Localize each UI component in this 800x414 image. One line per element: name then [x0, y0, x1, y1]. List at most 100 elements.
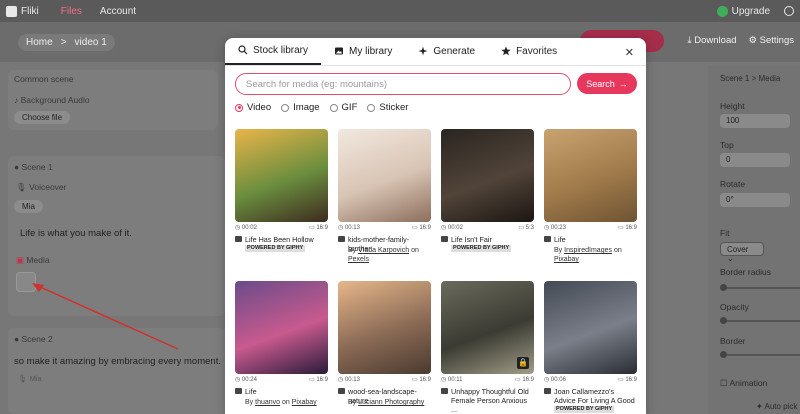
fit-label: Fit: [720, 228, 730, 238]
media-thumbnail[interactable]: [235, 129, 328, 222]
video-icon: [338, 388, 345, 394]
aspect-ratio: ▭ 16:9: [617, 225, 637, 231]
border-radius-slider[interactable]: [720, 284, 800, 291]
tab-generate[interactable]: Generate: [405, 38, 488, 65]
fit-select[interactable]: Cover ⌄: [720, 242, 764, 263]
settings-button[interactable]: ⚙ Settings: [749, 35, 794, 46]
media-thumbnail[interactable]: [338, 129, 431, 222]
radio-gif[interactable]: GIF: [329, 102, 357, 113]
download-button[interactable]: ⤓ Download: [687, 35, 736, 46]
radio-button: [329, 103, 338, 112]
scene-2-text[interactable]: so make it amazing by embracing every mo…: [14, 356, 221, 367]
background-audio-label: ♪ Background Audio: [14, 95, 90, 105]
source-link[interactable]: Pixabay: [292, 399, 317, 406]
upgrade-icon: [716, 5, 728, 17]
media-result-card[interactable]: ◷ 00:13 ▭ 16:9 kids-mother-family-brother B…: [338, 129, 431, 279]
media-meta: ◷ 00:11 ▭ 16:9: [441, 376, 534, 383]
aspect-ratio: ▭ 16:9: [514, 377, 534, 383]
tab-favorites[interactable]: Favorites: [488, 38, 570, 65]
border-slider[interactable]: [720, 351, 800, 358]
search-button[interactable]: Search →: [577, 73, 637, 94]
sparkle-icon: [418, 46, 428, 56]
scene-1-text[interactable]: Life is what you make of it.: [20, 228, 132, 239]
modal-tabs: Stock library My library Generate Favori…: [225, 38, 646, 66]
radio-button: [281, 103, 290, 112]
media-label: ▣ Media: [16, 255, 50, 265]
annotation-arrow: [32, 283, 179, 350]
media-title: Life: [544, 235, 637, 244]
media-thumbnail[interactable]: [544, 281, 637, 374]
voiceover-label: 🎙 Voiceover: [16, 182, 67, 192]
top-bar: Fliki Files Account Upgrade: [0, 0, 800, 22]
video-icon: [544, 388, 551, 394]
auto-pick-button[interactable]: ✦ Auto pick: [756, 402, 797, 411]
breadcrumb: Home > video 1: [18, 34, 115, 51]
top-input[interactable]: 0: [720, 153, 790, 167]
aspect-ratio: ▭ 16:9: [308, 225, 328, 231]
rotate-input[interactable]: 0°: [720, 193, 790, 207]
breadcrumb-current[interactable]: video 1: [75, 37, 107, 48]
source-link[interactable]: Pexels: [348, 256, 369, 263]
media-meta: ◷ 00:23 ▭ 16:9: [544, 224, 637, 231]
properties-panel: Scene 1 > Media Height 100 Top 0 Rotate …: [708, 66, 800, 414]
media-credit: By thuanvo on Pixabay: [245, 399, 317, 406]
voice-selector[interactable]: Mia: [14, 200, 43, 213]
media-thumbnail[interactable]: [544, 129, 637, 222]
app-logo[interactable]: Fliki: [6, 5, 39, 17]
animation-toggle[interactable]: ☐ Animation: [720, 378, 767, 389]
media-meta: ◷ 00:02 ▭ 16:9: [235, 224, 328, 231]
aspect-ratio: ▭ 16:9: [411, 225, 431, 231]
nav-files[interactable]: Files: [61, 6, 82, 17]
media-result-card[interactable]: 🔒 ◷ 00:11 ▭ 16:9 Unhappy Thoughtful Old Fem…: [441, 281, 534, 414]
duration: ◷ 00:24: [235, 377, 257, 383]
height-input[interactable]: 100: [720, 114, 790, 128]
breadcrumb-separator: >: [60, 37, 67, 48]
media-thumbnail[interactable]: 🔒: [441, 281, 534, 374]
media-meta: ◷ 00:06 ▭ 16:9: [544, 376, 637, 383]
radio-video[interactable]: Video: [235, 102, 271, 113]
media-result-card[interactable]: ◷ 00:23 ▭ 16:9 Life By InspiredImages on Pi…: [544, 129, 637, 279]
media-thumbnail[interactable]: [441, 129, 534, 222]
arrow-right-icon: →: [618, 78, 628, 89]
media-credit: By InspiredImages on Pixabay: [554, 247, 622, 263]
radio-image[interactable]: Image: [281, 102, 320, 113]
height-label: Height: [720, 101, 745, 111]
choose-file-button[interactable]: Choose file: [14, 111, 71, 124]
author-link[interactable]: Luciann Photography: [358, 399, 424, 406]
video-icon: [338, 236, 345, 242]
media-result-card[interactable]: ◷ 00:02 ▭ 5:3 Life Isn't Fair POWERED BY GI…: [441, 129, 534, 279]
tab-my-library[interactable]: My library: [321, 38, 405, 65]
star-icon: [501, 46, 511, 56]
media-meta: ◷ 00:13 ▭ 16:9: [338, 224, 431, 231]
duration: ◷ 00:13: [338, 377, 360, 383]
media-result-card[interactable]: ◷ 00:13 ▭ 16:9 wood-sea-landscape-nature By…: [338, 281, 431, 414]
aspect-ratio: ▭ 16:9: [411, 377, 431, 383]
media-meta: ◷ 00:24 ▭ 16:9: [235, 376, 328, 383]
media-title: Unhappy Thoughtful Old Female Person Anx…: [441, 387, 534, 414]
media-result-card[interactable]: ◷ 00:02 ▭ 16:9 Life Has Been Hollow POWERED…: [235, 129, 328, 279]
tab-stock-library[interactable]: Stock library: [225, 38, 322, 65]
upgrade-button[interactable]: Upgrade: [716, 5, 770, 17]
opacity-slider[interactable]: [720, 317, 800, 324]
media-thumbnail[interactable]: [338, 281, 431, 374]
media-result-card[interactable]: ◷ 00:24 ▭ 16:9 Life By thuanvo on Pixabay: [235, 281, 328, 414]
radio-button-selected: [235, 103, 243, 112]
aspect-ratio: ▭ 5:3: [518, 225, 534, 231]
author-link[interactable]: Vlada Karpovich: [358, 247, 409, 254]
author-link[interactable]: InspiredImages: [564, 247, 612, 254]
lock-icon: 🔒: [517, 357, 529, 369]
nav-account[interactable]: Account: [100, 6, 136, 17]
breadcrumb-home[interactable]: Home: [26, 37, 53, 48]
media-result-card[interactable]: ◷ 00:06 ▭ 16:9 Joan Callamezzo's Advice Fo…: [544, 281, 637, 414]
profile-icon[interactable]: [784, 6, 794, 16]
search-input[interactable]: [235, 73, 571, 95]
close-icon[interactable]: ✕: [625, 46, 634, 59]
top-label: Top: [720, 140, 734, 150]
radio-sticker[interactable]: Sticker: [367, 102, 408, 113]
source-link[interactable]: Pixabay: [554, 256, 579, 263]
author-link[interactable]: thuanvo: [255, 399, 280, 406]
scene-1-label: ● Scene 1: [14, 162, 53, 172]
media-meta: ◷ 00:13 ▭ 16:9: [338, 376, 431, 383]
media-thumbnail[interactable]: [235, 281, 328, 374]
giphy-badge: POWERED BY GIPHY: [554, 406, 614, 413]
